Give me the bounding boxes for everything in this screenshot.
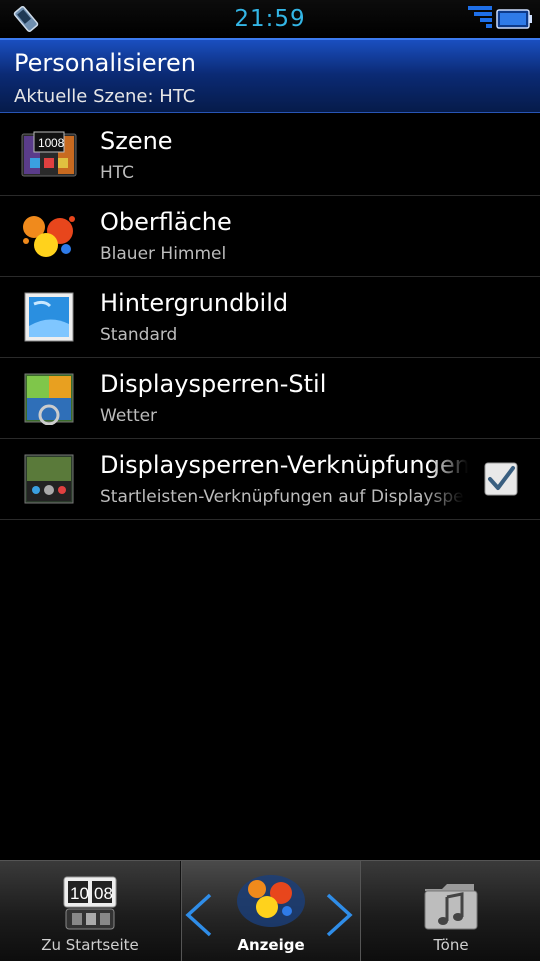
current-scene-label: Aktuelle Szene: HTC bbox=[14, 86, 196, 107]
item-label: Hintergrundbild bbox=[100, 289, 289, 317]
list-item-wallpaper[interactable]: Hintergrundbild Standard bbox=[0, 277, 540, 358]
lockscreen-shortcuts-icon bbox=[24, 454, 74, 504]
item-value: Standard bbox=[100, 325, 178, 345]
scene-thumbnail-icon: 10 08 bbox=[21, 131, 77, 177]
display-paint-icon bbox=[237, 875, 305, 927]
tab-label: Töne bbox=[433, 936, 469, 954]
home-clock-icon: 10 08 bbox=[63, 876, 117, 930]
page-title: Personalisieren bbox=[14, 49, 196, 77]
tab-label: Anzeige bbox=[237, 936, 305, 954]
settings-list: 10 08 Szene HTC Oberfläche Blauer Himmel… bbox=[0, 115, 540, 520]
tab-sounds[interactable]: Töne bbox=[360, 861, 540, 961]
list-item-lockscreen-style[interactable]: Displaysperren-Stil Wetter bbox=[0, 358, 540, 439]
wallpaper-icon bbox=[24, 292, 74, 342]
chevron-left-icon[interactable] bbox=[182, 891, 214, 939]
item-value: Startleisten-Verknüpfungen auf Displaysp… bbox=[100, 487, 464, 507]
status-time: 21:59 bbox=[234, 6, 306, 32]
item-label: Szene bbox=[100, 127, 173, 155]
item-value: Wetter bbox=[100, 406, 158, 426]
item-value: Blauer Himmel bbox=[100, 244, 227, 264]
bottom-tab-bar: 10 08 Zu Startseite Anzeige Töne bbox=[0, 860, 540, 961]
skin-paint-splash-icon bbox=[23, 216, 75, 257]
item-value: HTC bbox=[100, 163, 135, 183]
battery-icon bbox=[496, 9, 532, 29]
list-item-skin[interactable]: Oberfläche Blauer Himmel bbox=[0, 196, 540, 277]
tab-label: Zu Startseite bbox=[41, 936, 139, 954]
svg-text:08: 08 bbox=[94, 884, 113, 903]
svg-text:08: 08 bbox=[51, 136, 65, 150]
item-label: Displaysperren-Stil bbox=[100, 370, 327, 398]
list-item-lockscreen-shortcuts[interactable]: Displaysperren-Verknüpfungen Startleiste… bbox=[0, 439, 540, 520]
tab-display[interactable]: Anzeige bbox=[181, 861, 361, 961]
tab-home[interactable]: 10 08 Zu Startseite bbox=[0, 861, 181, 961]
svg-text:10: 10 bbox=[38, 136, 52, 150]
music-folder-icon bbox=[424, 884, 478, 930]
svg-text:10: 10 bbox=[70, 884, 89, 903]
chevron-right-icon[interactable] bbox=[324, 891, 356, 939]
page-header: Personalisieren Aktuelle Szene: HTC bbox=[0, 38, 540, 113]
signal-strength-icon bbox=[468, 6, 492, 28]
lockscreen-shortcuts-checkbox[interactable] bbox=[484, 462, 518, 496]
lockscreen-style-icon bbox=[24, 373, 74, 425]
status-bar: 21:59 bbox=[0, 0, 540, 38]
item-label: Displaysperren-Verknüpfungen bbox=[100, 451, 468, 479]
list-item-scene[interactable]: 10 08 Szene HTC bbox=[0, 115, 540, 196]
item-label: Oberfläche bbox=[100, 208, 232, 236]
